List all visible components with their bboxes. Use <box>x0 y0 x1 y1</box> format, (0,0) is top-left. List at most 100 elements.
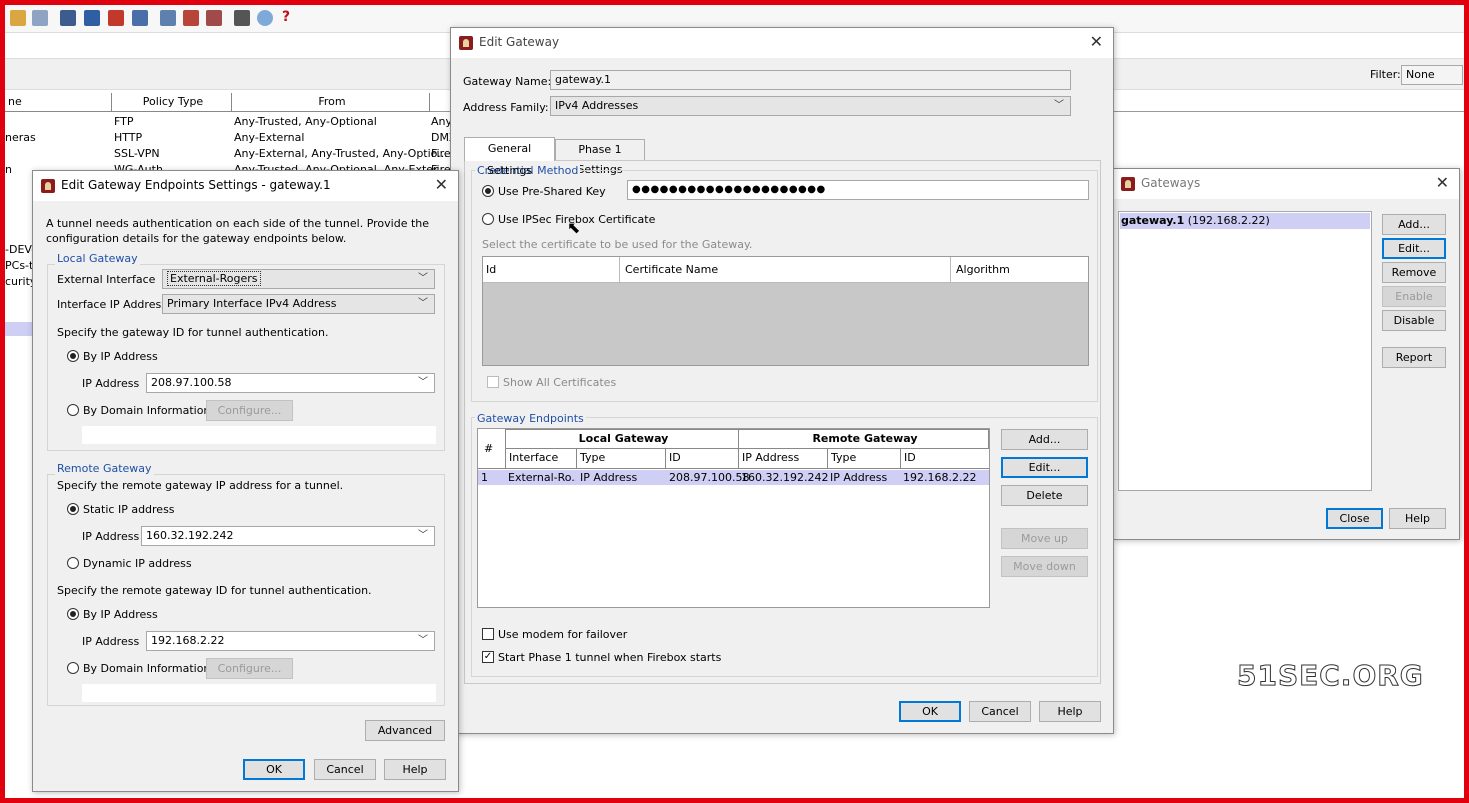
help-button[interactable]: Help <box>1389 508 1446 529</box>
pre-shared-key-radio[interactable] <box>482 185 494 197</box>
gateways-window: Gateways ✕ gateway.1 (192.168.2.22) Add.… <box>1113 168 1460 540</box>
enable-gateway-button[interactable]: Enable <box>1382 286 1446 307</box>
add-gateway-button[interactable]: Add... <box>1382 214 1446 235</box>
tab-phase1-settings[interactable]: Phase 1 Settings <box>555 139 645 176</box>
endpoints-settings-title-bar: Edit Gateway Endpoints Settings - gatewa… <box>33 171 458 201</box>
gateway-name-field[interactable]: gateway.1 <box>550 70 1071 90</box>
local-ip-select[interactable]: 208.97.100.58 ﹀ <box>146 373 435 393</box>
ep-col-interface[interactable]: Interface <box>506 449 577 469</box>
help-button[interactable]: Help <box>1039 701 1101 722</box>
local-by-domain-radio[interactable] <box>67 404 79 416</box>
user-remove-icon[interactable] <box>108 10 124 26</box>
ep-col-local-type[interactable]: Type <box>577 449 666 469</box>
close-button[interactable]: Close <box>1326 508 1383 529</box>
users-icon[interactable] <box>132 10 148 26</box>
advanced-button[interactable]: Advanced <box>365 720 445 741</box>
policy-icon[interactable] <box>183 10 199 26</box>
remote-ip-value: 160.32.192.242 <box>146 529 234 542</box>
modem-failover-label: Use modem for failover <box>498 628 628 641</box>
edit-endpoint-button[interactable]: Edit... <box>1001 457 1088 478</box>
help-button[interactable]: Help <box>384 759 446 780</box>
remote-id-ip-label: IP Address <box>82 635 140 648</box>
help-icon[interactable]: ? <box>282 9 290 25</box>
close-icon[interactable]: ✕ <box>1090 32 1103 51</box>
firebox-certificate-radio[interactable] <box>482 213 494 225</box>
filter-label: Filter: <box>1370 68 1401 81</box>
gateway-list-item[interactable]: gateway.1 (192.168.2.22) <box>1120 213 1370 229</box>
ep-col-ip-address[interactable]: IP Address <box>739 449 828 469</box>
document-icon[interactable] <box>32 10 48 26</box>
key-icon[interactable] <box>10 10 26 26</box>
ok-button[interactable]: OK <box>243 759 305 780</box>
close-icon[interactable]: ✕ <box>1436 173 1449 192</box>
ep-col-remote-id[interactable]: ID <box>901 449 989 469</box>
list-icon[interactable] <box>160 10 176 26</box>
static-ip-radio[interactable] <box>67 503 79 515</box>
table-row[interactable]: 1 External-Ro... IP Address 208.97.100.5… <box>478 470 989 485</box>
remote-by-domain-radio[interactable] <box>67 662 79 674</box>
start-phase1-checkbox[interactable]: ✓ <box>482 651 494 663</box>
ep-col-local-id[interactable]: ID <box>666 449 739 469</box>
dynamic-ip-label: Dynamic IP address <box>83 557 192 570</box>
filter-select[interactable]: None <box>1401 65 1463 85</box>
selected-row-highlight <box>5 322 33 336</box>
row-to: Fire <box>431 147 451 160</box>
show-all-certificates-checkbox[interactable] <box>487 376 499 388</box>
move-down-button[interactable]: Move down <box>1001 556 1088 577</box>
pre-shared-key-field[interactable]: ●●●●●●●●●●●●●●●●●●●●● <box>627 180 1089 200</box>
row-type: HTTP <box>114 131 143 144</box>
edit-gateway-window: Edit Gateway ✕ Gateway Name: gateway.1 A… <box>450 27 1114 734</box>
column-header-name[interactable]: ne <box>5 93 112 112</box>
policy-table-header: ne Policy Type From <box>5 93 465 112</box>
add-endpoint-button[interactable]: Add... <box>1001 429 1088 450</box>
certificate-table[interactable]: Id Certificate Name Algorithm <box>482 256 1089 366</box>
window-icon[interactable] <box>234 10 250 26</box>
local-configure-button[interactable]: Configure... <box>206 400 293 421</box>
address-family-label: Address Family: <box>463 101 549 114</box>
remote-configure-button[interactable]: Configure... <box>206 658 293 679</box>
cancel-button[interactable]: Cancel <box>314 759 376 780</box>
disable-gateway-button[interactable]: Disable <box>1382 310 1446 331</box>
local-by-ip-radio[interactable] <box>67 350 79 362</box>
address-family-select[interactable]: IPv4 Addresses ﹀ <box>550 96 1071 116</box>
local-id-hint: Specify the gateway ID for tunnel authen… <box>57 326 329 339</box>
cert-col-algorithm[interactable]: Algorithm <box>951 257 1088 283</box>
address-family-value: IPv4 Addresses <box>555 99 639 112</box>
edit-gateway-title: Edit Gateway <box>479 35 560 49</box>
remote-ip-select[interactable]: 160.32.192.242 ﹀ <box>141 526 435 546</box>
chevron-down-icon: ﹀ <box>1054 100 1064 111</box>
remote-by-ip-radio[interactable] <box>67 608 79 620</box>
server-icon[interactable] <box>84 10 100 26</box>
ep-col-remote-type[interactable]: Type <box>828 449 901 469</box>
ok-button[interactable]: OK <box>899 701 961 722</box>
external-interface-value: External-Rogers <box>167 271 261 286</box>
show-all-certificates-label: Show All Certificates <box>503 376 617 389</box>
cancel-button[interactable]: Cancel <box>969 701 1031 722</box>
edit-gateway-button[interactable]: Edit... <box>1382 238 1446 259</box>
column-header-from[interactable]: From <box>232 93 430 112</box>
chevron-down-icon: ﹀ <box>418 273 428 284</box>
search-icon[interactable] <box>257 10 273 26</box>
remove-gateway-button[interactable]: Remove <box>1382 262 1446 283</box>
move-up-button[interactable]: Move up <box>1001 528 1088 549</box>
cert-col-name[interactable]: Certificate Name <box>620 257 951 283</box>
dynamic-ip-radio[interactable] <box>67 557 79 569</box>
gateways-list[interactable]: gateway.1 (192.168.2.22) <box>1118 211 1372 491</box>
external-interface-select[interactable]: External-Rogers ﹀ <box>162 269 435 289</box>
remote-ip-label: IP Address <box>82 530 140 543</box>
column-header-policy-type[interactable]: Policy Type <box>112 93 232 112</box>
clipboard-icon[interactable] <box>60 10 76 26</box>
endpoints-table[interactable]: # Local Gateway Remote Gateway Interface… <box>477 428 990 608</box>
static-ip-label: Static IP address <box>83 503 175 516</box>
tools-icon[interactable] <box>206 10 222 26</box>
row-from: Any-External, Any-Trusted, Any-Optio... <box>234 147 448 160</box>
cert-col-id[interactable]: Id <box>483 257 620 283</box>
report-button[interactable]: Report <box>1382 347 1446 368</box>
interface-ip-select[interactable]: Primary Interface IPv4 Address ﹀ <box>162 294 435 314</box>
delete-endpoint-button[interactable]: Delete <box>1001 485 1088 506</box>
remote-id-ip-select[interactable]: 192.168.2.22 ﹀ <box>146 631 435 651</box>
tab-general-settings[interactable]: General Settings <box>464 137 555 177</box>
modem-failover-checkbox[interactable] <box>482 628 494 640</box>
close-icon[interactable]: ✕ <box>435 175 448 194</box>
endpoints-settings-window: Edit Gateway Endpoints Settings - gatewa… <box>32 170 459 792</box>
